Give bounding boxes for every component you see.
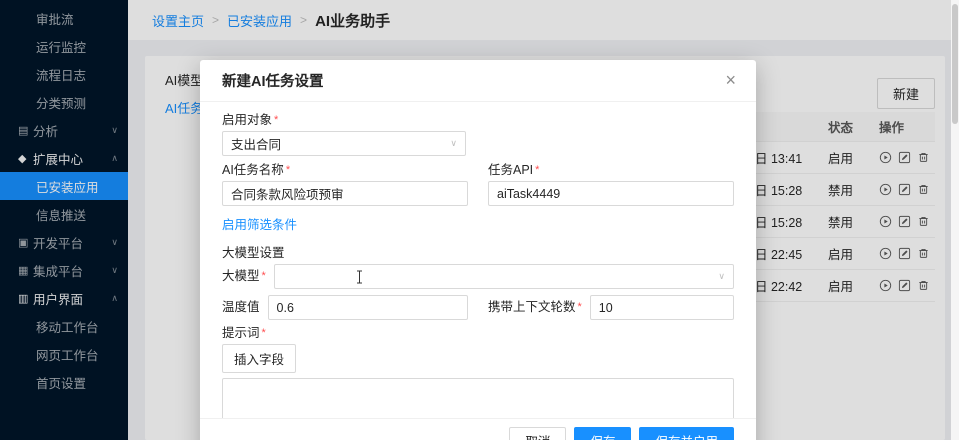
context-rounds-label: 携带上下文轮数* <box>488 300 582 315</box>
scrollbar-thumb[interactable] <box>952 4 958 124</box>
modal-header: 新建AI任务设置 <box>200 60 756 102</box>
insert-field-button[interactable]: 插入字段 <box>222 344 296 373</box>
required-mark: * <box>286 164 290 176</box>
model-label: 大模型* <box>222 269 266 284</box>
model-select[interactable]: ∨ <box>274 264 734 289</box>
required-mark: * <box>262 327 266 339</box>
modal-footer: 取消 保存 保存并启用 <box>200 418 756 440</box>
task-api-label: 任务API* <box>488 163 734 178</box>
enable-target-label: 启用对象* <box>222 113 734 128</box>
select-arrow-icon: ∨ <box>450 138 457 149</box>
modal-body: 启用对象* 支出合同 ∨ AI任务名称* 任务API* 启用筛选条件 大模型设置 <box>200 102 756 440</box>
save-and-enable-button[interactable]: 保存并启用 <box>639 427 734 440</box>
window-scrollbar[interactable] <box>951 0 959 440</box>
task-name-label: AI任务名称* <box>222 163 468 178</box>
save-button[interactable]: 保存 <box>574 427 631 440</box>
model-section-label: 大模型设置 <box>222 242 734 261</box>
prompt-label: 提示词* <box>222 326 734 341</box>
temperature-label: 温度值 <box>222 300 260 315</box>
required-mark: * <box>262 270 266 282</box>
enable-target-select[interactable]: 支出合同 ∨ <box>222 131 466 156</box>
modal-title: 新建AI任务设置 <box>222 70 324 91</box>
text-cursor-pointer <box>355 270 364 287</box>
required-mark: * <box>274 114 278 126</box>
cancel-button[interactable]: 取消 <box>509 427 566 440</box>
context-rounds-input[interactable] <box>590 295 734 320</box>
new-ai-task-modal: 新建AI任务设置 × 启用对象* 支出合同 ∨ AI任务名称* 任务API* <box>200 60 756 440</box>
required-mark: * <box>535 164 539 176</box>
select-arrow-icon: ∨ <box>718 271 725 282</box>
task-api-input[interactable] <box>488 181 734 206</box>
required-mark: * <box>578 301 582 313</box>
app-window: 审批流 运行监控 流程日志 分类预测 ▤ 分析 ∨ ◆ 扩展中心 ∧ 已安装应用… <box>0 0 959 440</box>
task-name-input[interactable] <box>222 181 468 206</box>
enable-filter-link[interactable]: 启用筛选条件 <box>222 214 297 233</box>
close-icon[interactable]: × <box>721 69 740 91</box>
temperature-input[interactable] <box>268 295 468 320</box>
